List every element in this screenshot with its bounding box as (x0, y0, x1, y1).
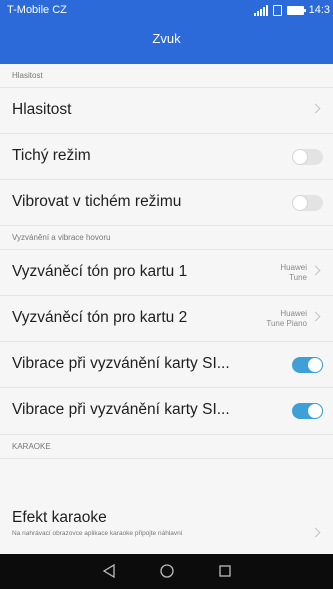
toggle-knob (292, 149, 308, 165)
vibrate-sim2-row[interactable]: Vibrace při vyzvánění karty SI... (0, 388, 333, 435)
karaoke-effect-description: Na nahrávací obrazovce aplikace karaoke … (12, 530, 183, 537)
vibrate-sim1-toggle[interactable] (292, 357, 323, 373)
silent-mode-row[interactable]: Tichý režim (0, 134, 333, 180)
status-bar: T-Mobile CZ 14:3 (0, 0, 333, 22)
volume-row[interactable]: Hlasitost (0, 88, 333, 134)
ringtone-card1-label: Vyzváněcí tón pro kartu 1 (12, 263, 188, 280)
ringtone-card2-label: Vyzváněcí tón pro kartu 2 (12, 309, 188, 326)
chevron-right-icon (310, 103, 321, 114)
ringtone-card1-value-line2: Tune (289, 273, 307, 282)
page-title: Zvuk (152, 31, 181, 46)
ringtone-card2-value: Huawei Tune Piano (266, 309, 307, 329)
ringtone-card1-value-line1: Huawei (280, 263, 307, 272)
vibrate-silent-toggle[interactable] (292, 195, 323, 211)
silent-mode-toggle[interactable] (292, 149, 323, 165)
chevron-right-icon (310, 527, 321, 538)
vibrate-sim2-label: Vibrace při vyzvánění karty SI... (12, 401, 230, 418)
vibrate-sim1-row[interactable]: Vibrace při vyzvánění karty SI... (0, 342, 333, 388)
section-header-ringing: Vyzvánění a vibrace hovoru (0, 226, 333, 250)
ringtone-card1-value: Huawei Tune (280, 263, 307, 283)
chevron-right-icon (310, 311, 321, 322)
section-header-karaoke: KARAOKE (0, 435, 333, 459)
back-icon (102, 563, 115, 579)
silent-mode-label: Tichý režim (12, 147, 91, 164)
ringtone-card2-row[interactable]: Vyzváněcí tón pro kartu 2 Huawei Tune Pi… (0, 296, 333, 342)
signal-icon (253, 4, 268, 16)
toggle-knob (307, 403, 323, 419)
ringtone-card2-value-line1: Huawei (280, 309, 307, 318)
vibrate-silent-label: Vibrovat v tichém režimu (12, 193, 182, 210)
chevron-right-icon (310, 265, 321, 276)
karaoke-effect-row[interactable]: Efekt karaoke Na nahrávací obrazovce apl… (0, 459, 333, 554)
home-icon (160, 564, 174, 578)
back-button[interactable] (89, 554, 129, 589)
home-button[interactable] (147, 554, 187, 589)
carrier-name: T-Mobile CZ (7, 4, 67, 16)
toggle-knob (292, 195, 308, 211)
vibrate-sim1-label: Vibrace při vyzvánění karty SI... (12, 355, 230, 372)
ringtone-card2-value-line2: Tune Piano (266, 319, 307, 328)
volume-label: Hlasitost (12, 101, 72, 118)
recent-apps-button[interactable] (205, 554, 245, 589)
vibrate-sim2-toggle[interactable] (292, 403, 323, 419)
sim-icon (272, 4, 282, 16)
app-header: T-Mobile CZ 14:3 Zvuk (0, 0, 333, 64)
recent-apps-icon (219, 565, 231, 577)
ringtone-card1-row[interactable]: Vyzváněcí tón pro kartu 1 Huawei Tune (0, 250, 333, 296)
navigation-bar (0, 554, 333, 589)
karaoke-effect-label: Efekt karaoke (12, 509, 107, 526)
vibrate-silent-row[interactable]: Vibrovat v tichém režimu (0, 180, 333, 226)
section-header-volume: Hlasitost (0, 64, 333, 88)
toggle-knob (307, 357, 323, 373)
clock: 14:3 (308, 4, 330, 16)
battery-icon (286, 5, 306, 15)
status-icons: 14:3 (253, 3, 330, 17)
